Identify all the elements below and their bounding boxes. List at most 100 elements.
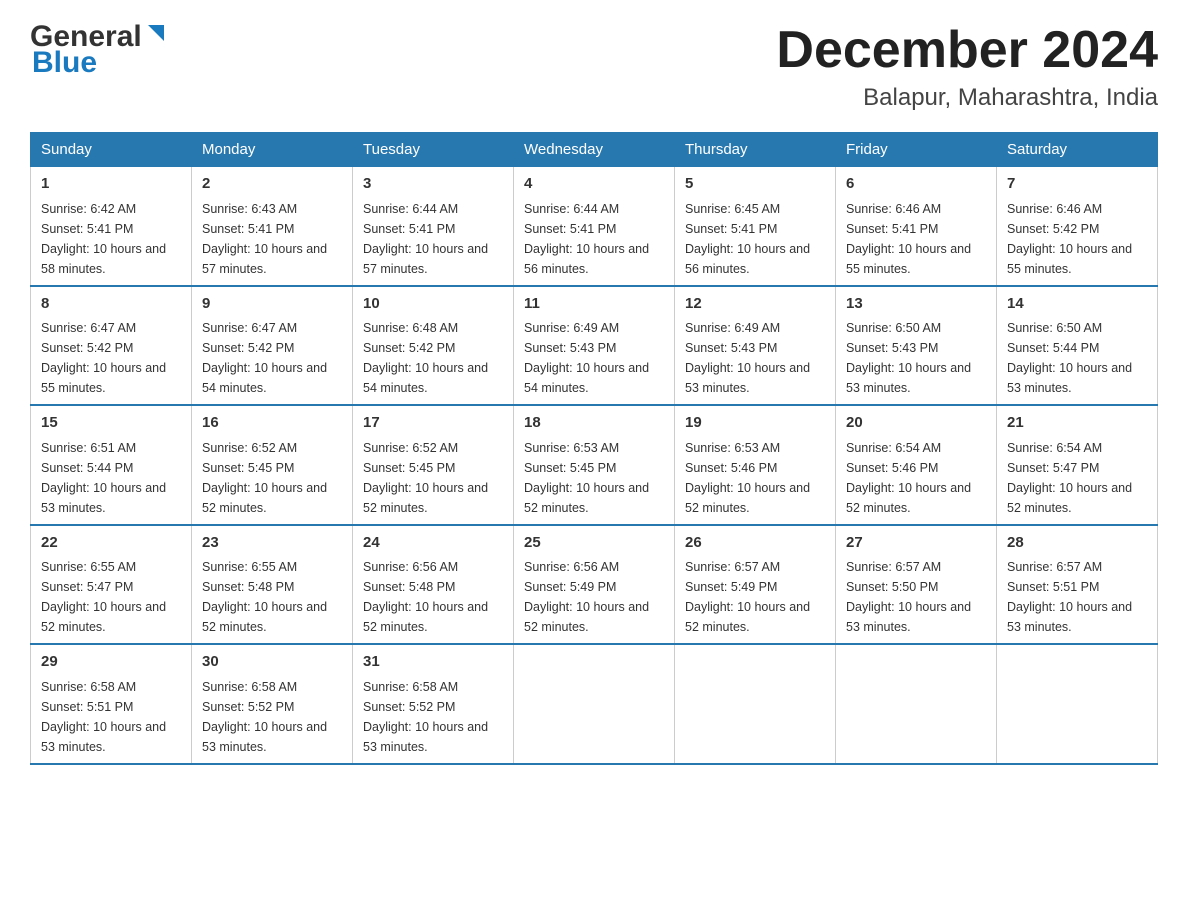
calendar-cell: 21Sunrise: 6:54 AMSunset: 5:47 PMDayligh…	[997, 405, 1158, 525]
day-number: 31	[363, 651, 503, 674]
day-info: Sunrise: 6:46 AMSunset: 5:42 PMDaylight:…	[1007, 202, 1132, 276]
day-info: Sunrise: 6:52 AMSunset: 5:45 PMDaylight:…	[202, 441, 327, 515]
day-info: Sunrise: 6:58 AMSunset: 5:52 PMDaylight:…	[202, 680, 327, 754]
day-info: Sunrise: 6:49 AMSunset: 5:43 PMDaylight:…	[685, 321, 810, 395]
calendar-cell	[675, 644, 836, 764]
calendar-cell: 16 Sunrise: 6:52 AMSunset: 5:45 PMDayligh…	[192, 405, 353, 525]
header-cell-thursday: Thursday	[675, 133, 836, 167]
day-info: Sunrise: 6:56 AMSunset: 5:48 PMDaylight:…	[363, 560, 488, 634]
calendar-cell: 20 Sunrise: 6:54 AMSunset: 5:46 PMDayligh…	[836, 405, 997, 525]
calendar-cell: 11 Sunrise: 6:49 AMSunset: 5:43 PMDayligh…	[514, 286, 675, 406]
day-info: Sunrise: 6:55 AMSunset: 5:47 PMDaylight:…	[41, 560, 166, 634]
day-info: Sunrise: 6:55 AMSunset: 5:48 PMDaylight:…	[202, 560, 327, 634]
calendar-cell: 25Sunrise: 6:56 AMSunset: 5:49 PMDayligh…	[514, 525, 675, 645]
day-info: Sunrise: 6:49 AMSunset: 5:43 PMDaylight:…	[524, 321, 649, 395]
day-number: 13	[846, 293, 986, 316]
calendar-cell: 27Sunrise: 6:57 AMSunset: 5:50 PMDayligh…	[836, 525, 997, 645]
header-cell-friday: Friday	[836, 133, 997, 167]
day-number: 28	[1007, 532, 1147, 555]
calendar-cell: 22 Sunrise: 6:55 AMSunset: 5:47 PMDayligh…	[31, 525, 192, 645]
calendar-cell: 12 Sunrise: 6:49 AMSunset: 5:43 PMDayligh…	[675, 286, 836, 406]
calendar-cell: 2 Sunrise: 6:43 AMSunset: 5:41 PMDaylight…	[192, 167, 353, 286]
day-number: 18	[524, 412, 664, 435]
calendar-week-row: 22 Sunrise: 6:55 AMSunset: 5:47 PMDayligh…	[31, 525, 1158, 645]
day-number: 9	[202, 293, 342, 316]
calendar-cell: 26 Sunrise: 6:57 AMSunset: 5:49 PMDayligh…	[675, 525, 836, 645]
calendar-cell: 30 Sunrise: 6:58 AMSunset: 5:52 PMDayligh…	[192, 644, 353, 764]
day-info: Sunrise: 6:46 AMSunset: 5:41 PMDaylight:…	[846, 202, 971, 276]
calendar-cell	[514, 644, 675, 764]
calendar-cell: 18Sunrise: 6:53 AMSunset: 5:45 PMDayligh…	[514, 405, 675, 525]
calendar-cell: 7 Sunrise: 6:46 AMSunset: 5:42 PMDaylight…	[997, 167, 1158, 286]
day-info: Sunrise: 6:45 AMSunset: 5:41 PMDaylight:…	[685, 202, 810, 276]
day-info: Sunrise: 6:58 AMSunset: 5:52 PMDaylight:…	[363, 680, 488, 754]
day-number: 20	[846, 412, 986, 435]
header-cell-sunday: Sunday	[31, 133, 192, 167]
logo-arrow-icon	[144, 25, 164, 45]
calendar-cell: 8Sunrise: 6:47 AMSunset: 5:42 PMDaylight…	[31, 286, 192, 406]
calendar-cell: 17 Sunrise: 6:52 AMSunset: 5:45 PMDayligh…	[353, 405, 514, 525]
day-number: 30	[202, 651, 342, 674]
day-info: Sunrise: 6:43 AMSunset: 5:41 PMDaylight:…	[202, 202, 327, 276]
day-number: 3	[363, 173, 503, 196]
day-number: 1	[41, 173, 181, 196]
day-info: Sunrise: 6:57 AMSunset: 5:51 PMDaylight:…	[1007, 560, 1132, 634]
calendar-cell: 9 Sunrise: 6:47 AMSunset: 5:42 PMDaylight…	[192, 286, 353, 406]
day-info: Sunrise: 6:53 AMSunset: 5:46 PMDaylight:…	[685, 441, 810, 515]
day-number: 14	[1007, 293, 1147, 316]
header-cell-saturday: Saturday	[997, 133, 1158, 167]
day-number: 26	[685, 532, 825, 555]
day-number: 11	[524, 293, 664, 316]
calendar-week-row: 8Sunrise: 6:47 AMSunset: 5:42 PMDaylight…	[31, 286, 1158, 406]
calendar-cell: 5 Sunrise: 6:45 AMSunset: 5:41 PMDaylight…	[675, 167, 836, 286]
day-info: Sunrise: 6:51 AMSunset: 5:44 PMDaylight:…	[41, 441, 166, 515]
day-number: 22	[41, 532, 181, 555]
logo-blue-text: Blue	[32, 46, 97, 80]
calendar-cell: 31 Sunrise: 6:58 AMSunset: 5:52 PMDayligh…	[353, 644, 514, 764]
day-number: 7	[1007, 173, 1147, 196]
day-info: Sunrise: 6:47 AMSunset: 5:42 PMDaylight:…	[202, 321, 327, 395]
calendar-cell: 24 Sunrise: 6:56 AMSunset: 5:48 PMDayligh…	[353, 525, 514, 645]
day-number: 15	[41, 412, 181, 435]
day-info: Sunrise: 6:57 AMSunset: 5:49 PMDaylight:…	[685, 560, 810, 634]
day-number: 10	[363, 293, 503, 316]
day-number: 6	[846, 173, 986, 196]
day-number: 17	[363, 412, 503, 435]
calendar-week-row: 1 Sunrise: 6:42 AMSunset: 5:41 PMDaylight…	[31, 167, 1158, 286]
calendar-cell: 10 Sunrise: 6:48 AMSunset: 5:42 PMDayligh…	[353, 286, 514, 406]
day-info: Sunrise: 6:44 AMSunset: 5:41 PMDaylight:…	[363, 202, 488, 276]
page-header: General Blue December 2024 Balapur, Maha…	[30, 20, 1158, 112]
title-block: December 2024 Balapur, Maharashtra, Indi…	[776, 20, 1158, 112]
day-info: Sunrise: 6:42 AMSunset: 5:41 PMDaylight:…	[41, 202, 166, 276]
logo: General Blue	[30, 20, 164, 80]
calendar-subtitle: Balapur, Maharashtra, India	[776, 84, 1158, 112]
day-number: 5	[685, 173, 825, 196]
calendar-week-row: 15 Sunrise: 6:51 AMSunset: 5:44 PMDayligh…	[31, 405, 1158, 525]
calendar-week-row: 29Sunrise: 6:58 AMSunset: 5:51 PMDayligh…	[31, 644, 1158, 764]
day-info: Sunrise: 6:54 AMSunset: 5:46 PMDaylight:…	[846, 441, 971, 515]
calendar-cell: 15 Sunrise: 6:51 AMSunset: 5:44 PMDayligh…	[31, 405, 192, 525]
calendar-cell: 6 Sunrise: 6:46 AMSunset: 5:41 PMDaylight…	[836, 167, 997, 286]
day-info: Sunrise: 6:48 AMSunset: 5:42 PMDaylight:…	[363, 321, 488, 395]
header-cell-tuesday: Tuesday	[353, 133, 514, 167]
day-number: 12	[685, 293, 825, 316]
calendar-cell: 1 Sunrise: 6:42 AMSunset: 5:41 PMDaylight…	[31, 167, 192, 286]
calendar-cell: 13Sunrise: 6:50 AMSunset: 5:43 PMDayligh…	[836, 286, 997, 406]
day-info: Sunrise: 6:50 AMSunset: 5:44 PMDaylight:…	[1007, 321, 1132, 395]
calendar-cell: 29Sunrise: 6:58 AMSunset: 5:51 PMDayligh…	[31, 644, 192, 764]
day-number: 24	[363, 532, 503, 555]
day-info: Sunrise: 6:44 AMSunset: 5:41 PMDaylight:…	[524, 202, 649, 276]
day-info: Sunrise: 6:47 AMSunset: 5:42 PMDaylight:…	[41, 321, 166, 395]
calendar-cell	[997, 644, 1158, 764]
day-number: 2	[202, 173, 342, 196]
calendar-table: SundayMondayTuesdayWednesdayThursdayFrid…	[30, 132, 1158, 765]
day-info: Sunrise: 6:57 AMSunset: 5:50 PMDaylight:…	[846, 560, 971, 634]
calendar-cell: 28 Sunrise: 6:57 AMSunset: 5:51 PMDayligh…	[997, 525, 1158, 645]
day-number: 16	[202, 412, 342, 435]
day-number: 29	[41, 651, 181, 674]
day-info: Sunrise: 6:54 AMSunset: 5:47 PMDaylight:…	[1007, 441, 1132, 515]
calendar-cell: 4Sunrise: 6:44 AMSunset: 5:41 PMDaylight…	[514, 167, 675, 286]
day-info: Sunrise: 6:52 AMSunset: 5:45 PMDaylight:…	[363, 441, 488, 515]
day-number: 23	[202, 532, 342, 555]
day-info: Sunrise: 6:56 AMSunset: 5:49 PMDaylight:…	[524, 560, 649, 634]
